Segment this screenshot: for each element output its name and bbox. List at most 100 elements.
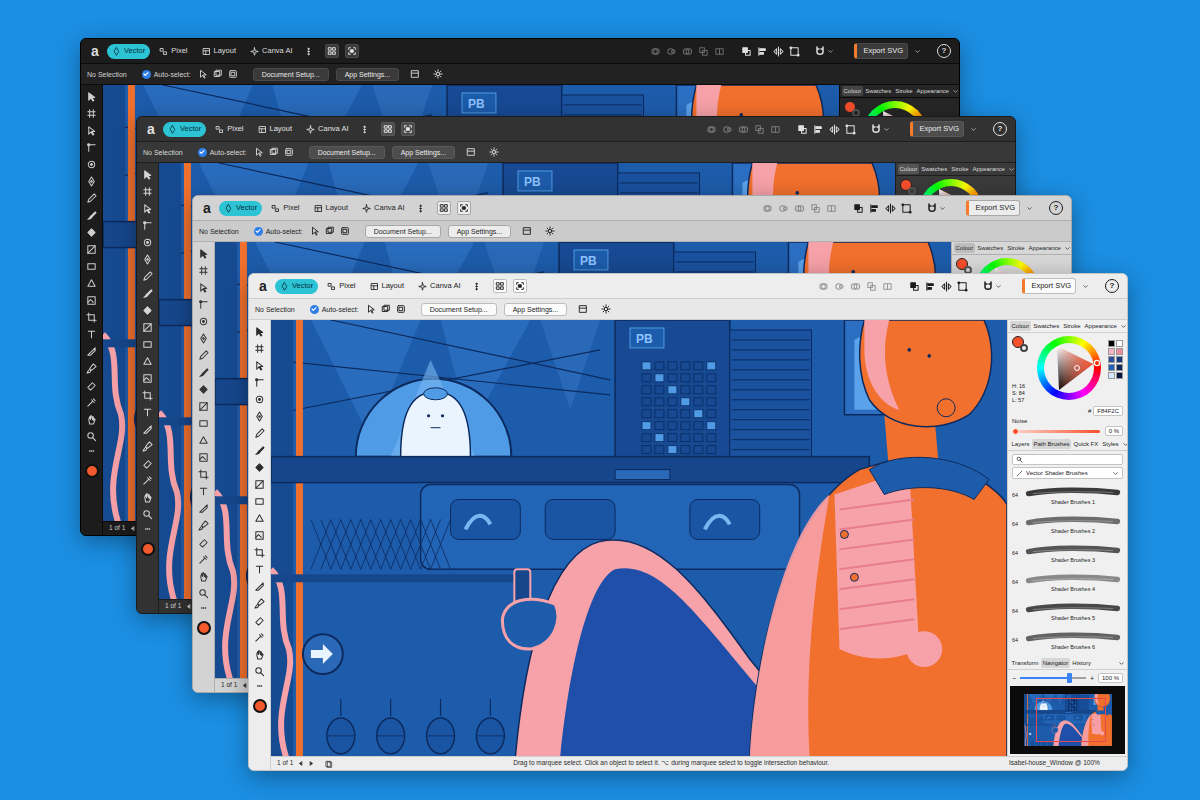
more-vertical-icon[interactable] [472, 281, 481, 292]
point-transform-tool-icon[interactable] [86, 159, 97, 170]
zoom-tool-icon[interactable] [142, 509, 153, 520]
boolean-xor-icon[interactable] [754, 124, 765, 135]
more-vertical-icon[interactable] [304, 46, 313, 57]
panel-tab[interactable]: Appearance [971, 164, 1006, 174]
chevron-down-icon[interactable] [1008, 166, 1015, 173]
eraser-tool-icon[interactable] [198, 537, 209, 548]
image-tool-icon[interactable] [142, 373, 153, 384]
transparency-tool-icon[interactable] [198, 401, 209, 412]
transform-icon[interactable] [957, 281, 968, 292]
artboard-tool-icon[interactable] [254, 343, 265, 354]
zoom-tool-icon[interactable] [254, 666, 265, 677]
boolean-subtract-icon[interactable] [666, 46, 677, 57]
eraser-tool-icon[interactable] [142, 458, 153, 469]
zoom-slider[interactable] [1020, 677, 1086, 679]
corner-tool-icon[interactable] [198, 299, 209, 310]
vector-persona-icon[interactable] [224, 204, 233, 213]
pencil-tool-icon[interactable] [198, 350, 209, 361]
context-button[interactable]: Document Setup... [421, 303, 497, 316]
page-setup-icon[interactable] [522, 226, 532, 236]
flip-icon[interactable] [773, 46, 784, 57]
colour-swatch[interactable] [1116, 340, 1123, 347]
chevron-down-icon[interactable] [1064, 245, 1071, 252]
pen-tool-icon[interactable] [198, 333, 209, 344]
select-group-icon[interactable] [340, 226, 350, 236]
layout-persona-icon[interactable] [314, 204, 323, 213]
search-icon[interactable] [1016, 456, 1023, 463]
panel-tab[interactable]: Quick FX [1072, 439, 1100, 449]
colour-swatch[interactable] [1116, 348, 1123, 355]
zoom-tool-icon[interactable] [198, 588, 209, 599]
boolean-intersect-icon[interactable] [850, 281, 861, 292]
hand-tool-icon[interactable] [86, 414, 97, 425]
more-tools-icon[interactable] [198, 605, 209, 611]
node-tool-icon[interactable] [86, 125, 97, 136]
align-icon[interactable] [869, 203, 880, 214]
fill-stroke-selector[interactable] [900, 179, 916, 195]
boolean-add-icon[interactable] [762, 203, 773, 214]
boolean-intersect-icon[interactable] [738, 124, 749, 135]
paint-brush-tool-icon[interactable] [254, 598, 265, 609]
fill-colour-swatch[interactable] [85, 464, 99, 478]
rectangle-tool-icon[interactable] [142, 339, 153, 350]
select-pointer-icon[interactable] [254, 147, 264, 157]
triangle-tool-icon[interactable] [198, 435, 209, 446]
persona-tab[interactable]: Canva AI [245, 44, 297, 59]
brush-row[interactable]: 64Shader Brushes 1 [1012, 481, 1123, 510]
chevron-down-icon[interactable] [952, 88, 959, 95]
corner-tool-icon[interactable] [142, 220, 153, 231]
boolean-add-icon[interactable] [818, 281, 829, 292]
brush-row[interactable]: 64Shader Brushes 6 [1012, 626, 1123, 655]
hand-tool-icon[interactable] [142, 492, 153, 503]
arrange-icon[interactable] [853, 203, 864, 214]
pencil-tool-icon[interactable] [254, 428, 265, 439]
canva-ai-persona-icon[interactable] [418, 282, 427, 291]
more-tools-icon[interactable] [142, 526, 153, 532]
vector-brush-tool-icon[interactable] [254, 445, 265, 456]
persona-tab[interactable]: Vector [219, 201, 262, 216]
auto-select-checkbox[interactable] [142, 70, 151, 79]
fill-stroke-selector[interactable] [1012, 336, 1028, 352]
paint-brush-tool-icon[interactable] [142, 441, 153, 452]
pixel-persona-icon[interactable] [215, 125, 224, 134]
chevron-down-icon[interactable] [914, 48, 921, 55]
quick-menu-icon[interactable] [327, 46, 337, 56]
canva-ai-persona-icon[interactable] [250, 47, 259, 56]
fill-colour-swatch[interactable] [141, 542, 155, 556]
gear-icon[interactable] [545, 226, 555, 236]
arrange-icon[interactable] [797, 124, 808, 135]
select-layer-icon[interactable] [381, 304, 391, 314]
pixel-persona-icon[interactable] [327, 282, 336, 291]
color-picker-tool-icon[interactable] [142, 475, 153, 486]
zoom-tool-icon[interactable] [86, 431, 97, 442]
panel-tab[interactable]: Colour [842, 86, 863, 96]
select-layer-icon[interactable] [213, 69, 223, 79]
brush-category-dropdown[interactable]: Vector Shader Brushes [1012, 467, 1123, 479]
colour-swatch[interactable] [1108, 356, 1115, 363]
artboard-tool-icon[interactable] [198, 265, 209, 276]
persona-tab[interactable]: Vector [275, 279, 318, 294]
help-button[interactable]: ? [937, 44, 951, 58]
panel-tab[interactable]: Colour [954, 243, 975, 253]
text-tool-icon[interactable] [86, 329, 97, 340]
fill-tool-icon[interactable] [86, 227, 97, 238]
rectangle-tool-icon[interactable] [198, 418, 209, 429]
context-button[interactable]: App Settings... [336, 68, 400, 81]
panel-tab[interactable]: Appearance [1083, 321, 1118, 331]
persona-tab[interactable]: Layout [309, 201, 354, 216]
boolean-add-icon[interactable] [706, 124, 717, 135]
transform-icon[interactable] [901, 203, 912, 214]
more-tools-icon[interactable] [86, 448, 97, 454]
node-tool-icon[interactable] [198, 282, 209, 293]
triangle-tool-icon[interactable] [142, 356, 153, 367]
pixel-persona-icon[interactable] [159, 47, 168, 56]
chevron-down-icon[interactable] [970, 126, 977, 133]
transparency-tool-icon[interactable] [254, 479, 265, 490]
layout-persona-icon[interactable] [202, 47, 211, 56]
app-logo[interactable]: a [257, 279, 269, 293]
zoom-field[interactable]: 100 % [1098, 673, 1123, 683]
export-button[interactable]: Export SVG [910, 121, 964, 137]
auto-select-checkbox[interactable] [310, 305, 319, 314]
gear-icon[interactable] [601, 304, 611, 314]
help-button[interactable]: ? [1105, 279, 1119, 293]
